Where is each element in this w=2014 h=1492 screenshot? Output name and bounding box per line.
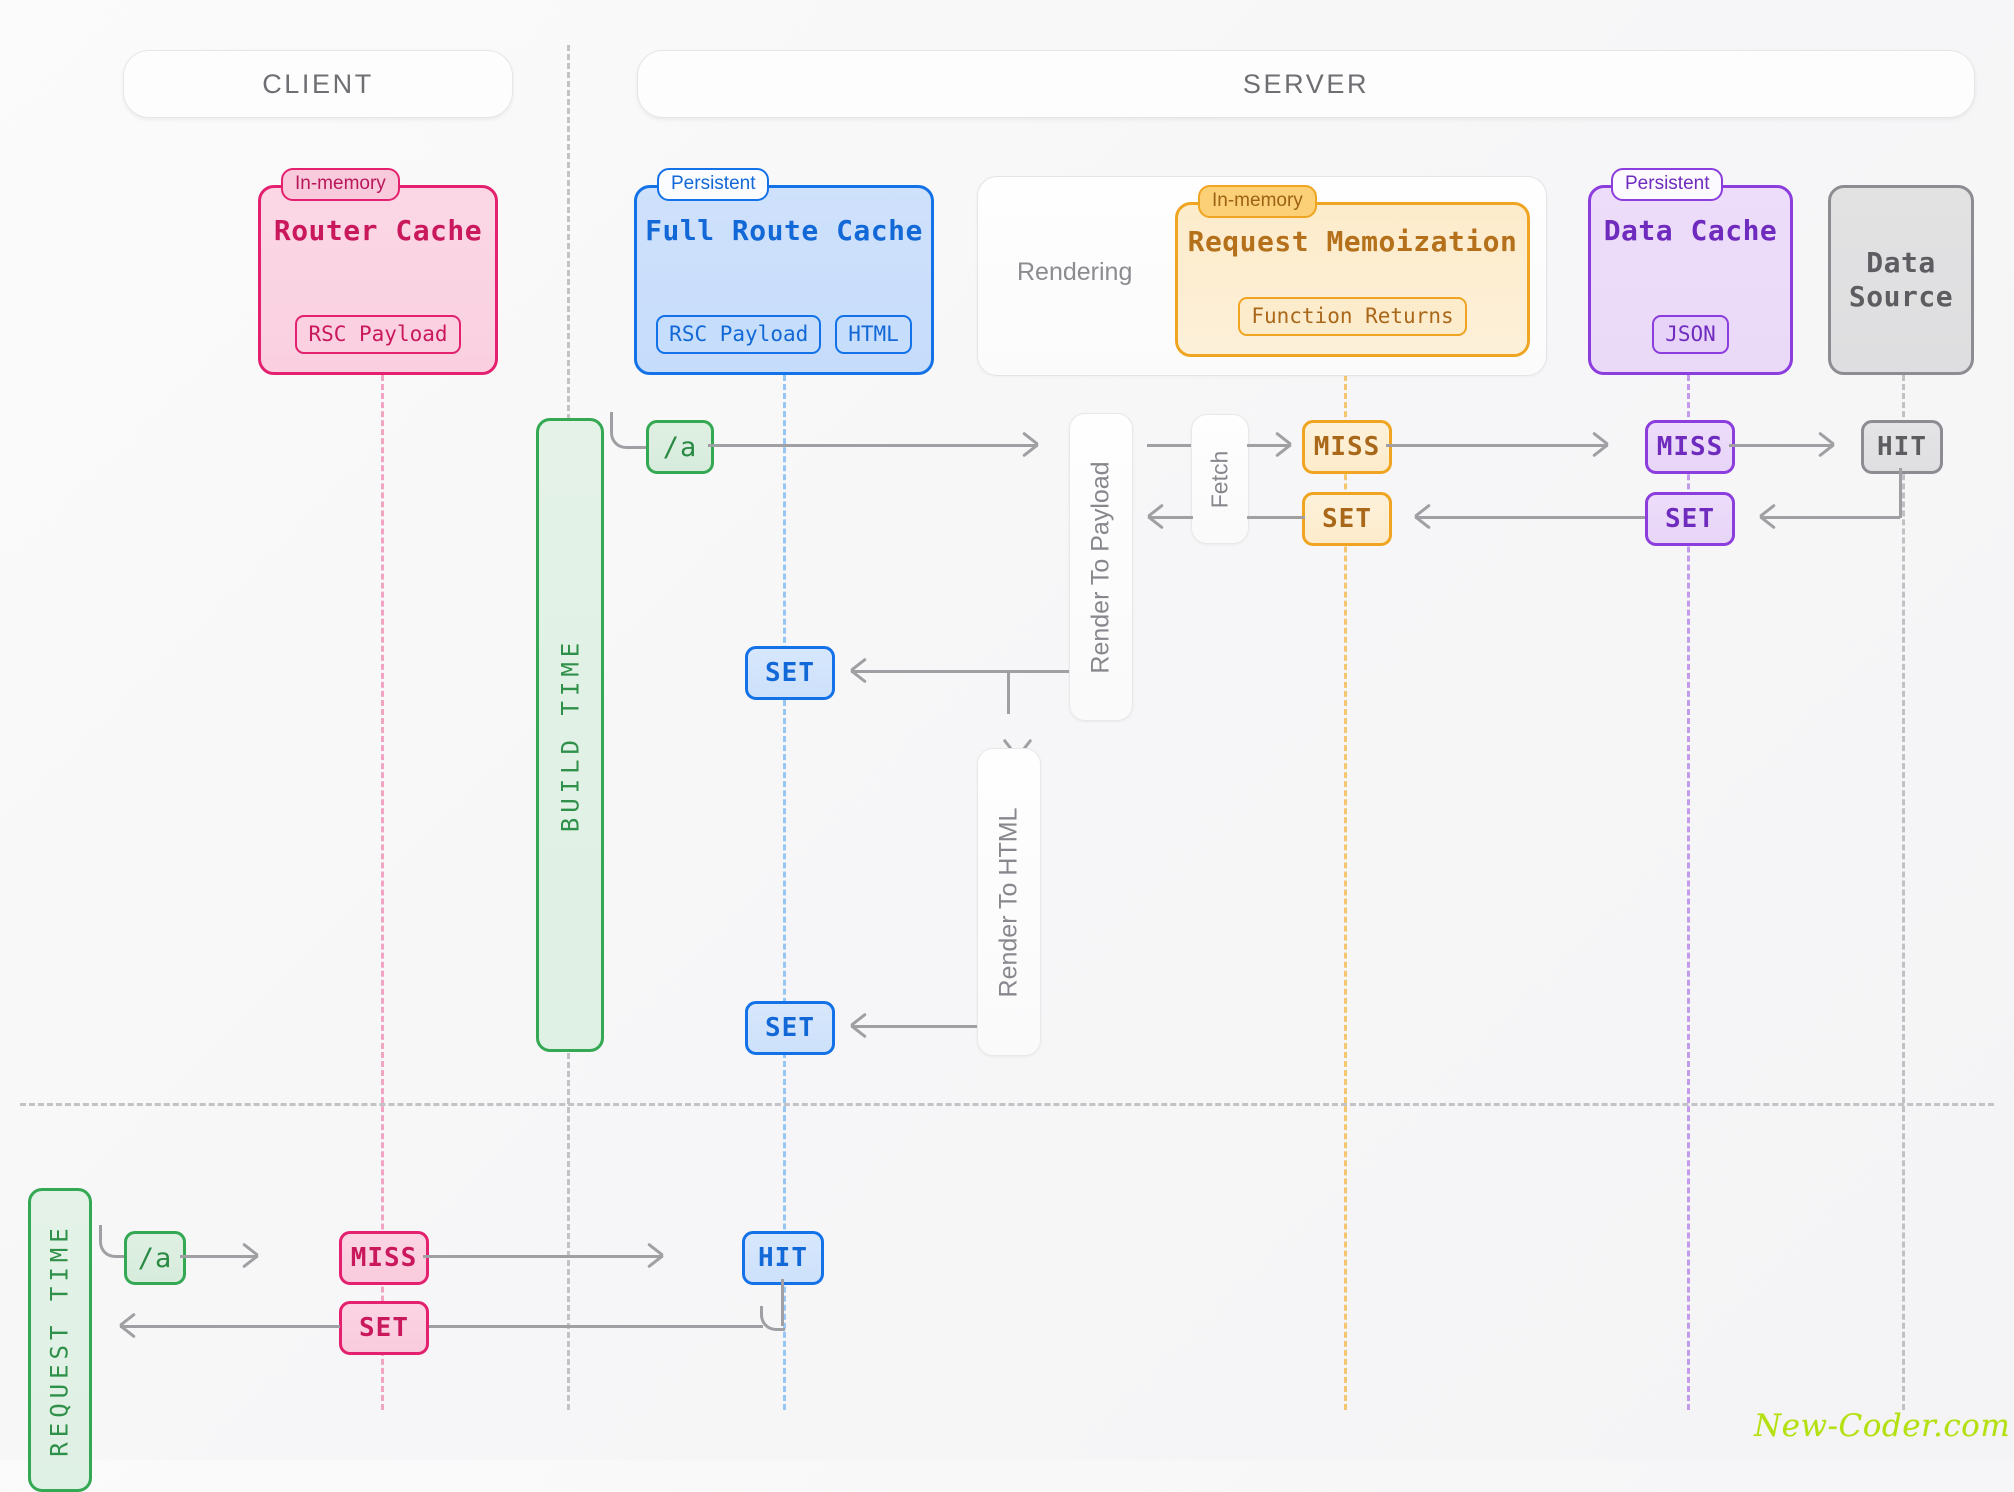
rendering-label: Rendering [1017,258,1133,286]
source-return-vline [1899,468,1902,518]
build-memo-miss-pill: MISS [1302,420,1392,474]
router-to-frc-line [423,1255,663,1258]
memo-to-datacache-line [1386,444,1608,447]
data-cache-tag: Persistent [1611,168,1724,201]
html-to-frc-arrow-head [851,1024,870,1027]
payload-to-frc-line [851,670,1069,673]
request-memoization-chips: Function Returns [1238,297,1467,336]
phase-separator [20,1103,1994,1106]
payload-branch-elbow-stub [990,670,1008,710]
source-return-hline [1760,516,1900,519]
process-fetch: Fetch [1191,414,1249,544]
router-cache-chips: RSC Payload [295,315,461,354]
phase-build-time-label: BUILD TIME [556,637,584,833]
fetch-to-payload-return-arrow-head [1148,515,1167,518]
memo-to-fetch-return-line [1247,516,1305,519]
datacache-to-source-arrow-head [1815,443,1834,446]
zone-header-client: CLIENT [123,50,513,118]
payload-to-fetch-line [1147,444,1191,447]
request-route-pill: /a [124,1231,186,1285]
memo-to-datacache-arrow-head [1589,443,1608,446]
phase-build-time: BUILD TIME [536,418,604,1052]
payload-branch-arrow-head [1008,729,1011,748]
diagram-canvas: CLIENT SERVER In-memory Router Cache RSC… [0,0,2014,1492]
card-router-cache: In-memory Router Cache RSC Payload [258,168,498,375]
card-full-route-cache: Persistent Full Route Cache RSC Payload … [634,168,934,375]
datacache-to-memo-return-line [1415,516,1645,519]
request-route-arrow-head [239,1254,258,1257]
fetch-to-memo-arrow-head [1272,443,1291,446]
request-router-miss-pill: MISS [339,1231,429,1285]
watermark: New-Coder.com [1754,1408,2011,1444]
payload-branch-vline [1007,672,1010,714]
source-return-arrow-head [1760,515,1779,518]
build-route-entry-elbow [610,412,649,449]
data-source-title-line1: Data [1866,245,1936,279]
process-render-to-payload-label: Render To Payload [1086,460,1115,674]
process-fetch-label: Fetch [1206,450,1233,508]
frc-return-elbow [760,1306,785,1331]
build-frc-set-payload-pill: SET [745,646,835,700]
process-render-to-payload: Render To Payload [1069,413,1133,721]
request-frc-hit-pill: HIT [742,1231,824,1285]
card-data-source: Data Source [1828,185,1974,375]
chip-function-returns: Function Returns [1238,297,1467,336]
process-render-to-html: Render To HTML [977,748,1041,1056]
frc-return-hline [423,1325,763,1328]
build-route-pill: /a [646,420,714,474]
full-route-cache-title: Full Route Cache [645,214,923,247]
build-data-set-pill: SET [1645,492,1735,546]
router-to-client-arrow-head [120,1324,139,1327]
phase-request-time-label: REQUEST TIME [46,1223,75,1457]
process-render-to-html-label: Render To HTML [994,807,1023,997]
full-route-cache-chips: RSC Payload HTML [656,315,912,354]
request-router-set-pill: SET [339,1301,429,1355]
card-request-memoization: In-memory Request Memoization Function R… [1175,185,1530,357]
phase-request-time: REQUEST TIME [28,1188,92,1492]
chip-rsc-payload: RSC Payload [656,315,822,354]
router-to-frc-arrow-head [644,1254,663,1257]
zone-label-server: SERVER [1242,68,1370,99]
router-to-client-line [120,1325,340,1328]
chip-json: JSON [1652,315,1729,354]
router-cache-title: Router Cache [273,214,483,247]
build-source-hit-pill: HIT [1861,420,1943,474]
build-route-arrow-line [708,444,1038,447]
build-data-miss-pill: MISS [1645,420,1735,474]
zone-label-client: CLIENT [262,68,374,99]
chip-html: HTML [835,315,912,354]
data-source-title: Data Source [1849,246,1953,314]
payload-to-frc-arrow-head [851,669,870,672]
zone-header-server: SERVER [637,50,1975,118]
card-data-cache: Persistent Data Cache JSON [1588,168,1793,375]
data-cache-chips: JSON [1652,315,1729,354]
data-cache-title: Data Cache [1603,214,1778,247]
build-memo-set-pill: SET [1302,492,1392,546]
build-frc-set-html-pill: SET [745,1001,835,1055]
data-source-title-line2: Source [1848,280,1954,313]
build-route-arrow-head [1019,443,1038,446]
full-route-cache-tag: Persistent [657,168,770,201]
request-memoization-tag: In-memory [1198,185,1317,218]
router-cache-tag: In-memory [281,168,400,201]
lifeline-data-source [1902,375,1905,1410]
datacache-to-memo-return-arrow-head [1415,515,1434,518]
request-memoization-title: Request Memoization [1187,225,1518,258]
chip-rsc-payload: RSC Payload [295,315,461,354]
